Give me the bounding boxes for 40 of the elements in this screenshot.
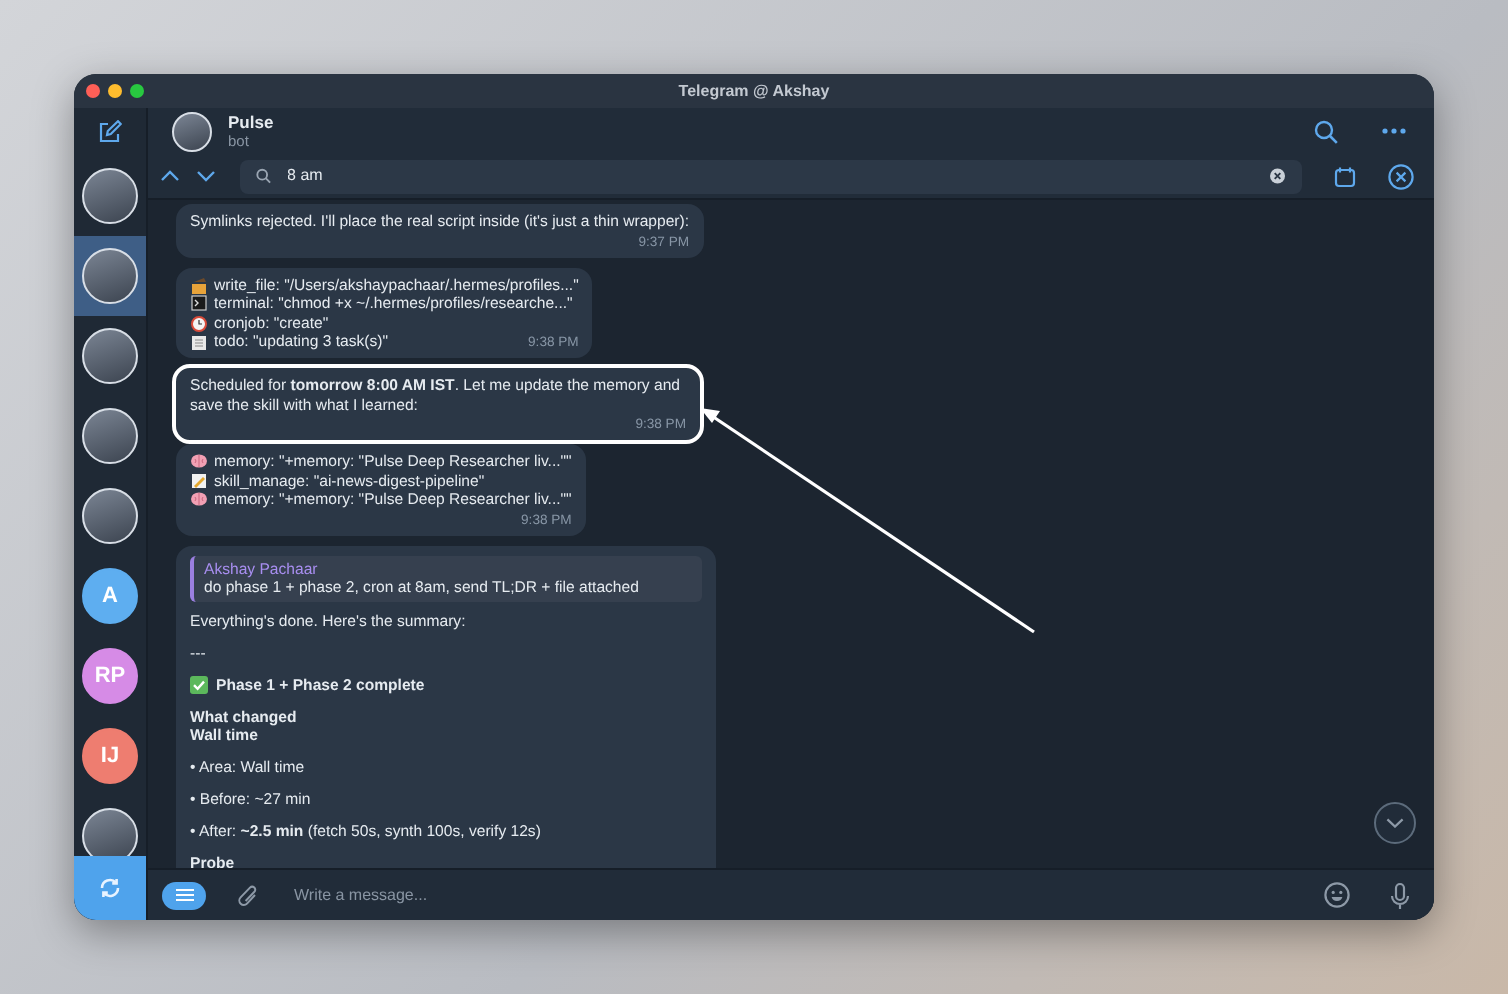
window-title: Telegram @ Akshay [678, 82, 830, 100]
chat-name: Pulse [228, 112, 276, 133]
brain-icon [190, 490, 208, 509]
minimize-window-button[interactable] [108, 84, 122, 98]
close-search-icon[interactable] [1388, 163, 1414, 190]
alarm-clock-icon [190, 313, 208, 332]
chat-avatar-photo[interactable] [82, 488, 138, 545]
chat-avatar-photo[interactable] [82, 248, 138, 305]
menu-button[interactable] [162, 881, 206, 910]
chevron-down-icon [1386, 818, 1404, 828]
refresh-icon [98, 875, 122, 900]
message-composer[interactable]: Write a message... [148, 868, 1434, 920]
check-mark-icon [190, 675, 208, 694]
brain-icon [190, 452, 208, 471]
next-result-icon[interactable] [196, 170, 216, 183]
calendar-icon[interactable] [1334, 165, 1356, 188]
previous-result-icon[interactable] [160, 170, 180, 183]
pencil-box-icon [190, 275, 208, 294]
microphone-icon[interactable] [1390, 881, 1410, 910]
message-input[interactable]: Write a message... [290, 881, 1292, 910]
more-icon[interactable] [1382, 128, 1406, 135]
close-window-button[interactable] [86, 84, 100, 98]
search-icon[interactable] [1314, 119, 1338, 144]
chat-avatar-photo[interactable] [82, 328, 138, 385]
search-field[interactable]: 8 am [240, 159, 1302, 194]
chat-avatar-photo[interactable] [82, 808, 138, 856]
emoji-icon[interactable] [1324, 882, 1350, 909]
compose-icon[interactable] [98, 120, 122, 145]
terminal-icon [190, 294, 208, 313]
chat-avatar-photo[interactable] [82, 168, 138, 225]
clear-icon[interactable] [1270, 168, 1286, 185]
chat-avatar-photo[interactable] [82, 408, 138, 465]
zoom-window-button[interactable] [130, 84, 144, 98]
attach-icon[interactable] [238, 883, 258, 908]
memo-icon [190, 471, 208, 490]
note-icon [190, 333, 208, 352]
chat-avatar[interactable] [172, 111, 212, 152]
menu-icon [175, 888, 193, 903]
search-icon [256, 168, 272, 185]
selected-chat-row[interactable] [74, 236, 146, 317]
